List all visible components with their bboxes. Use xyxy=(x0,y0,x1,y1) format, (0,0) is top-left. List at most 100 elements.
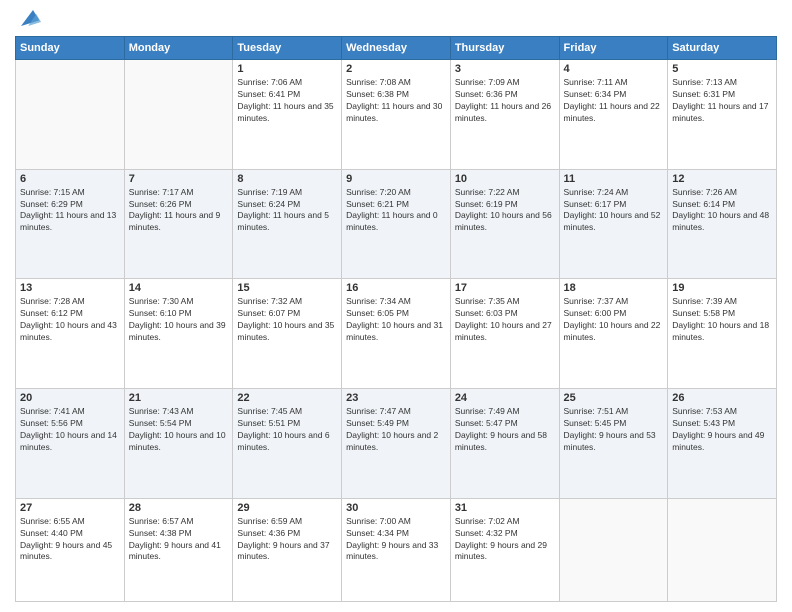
day-info: Sunrise: 7:15 AMSunset: 6:29 PMDaylight:… xyxy=(20,187,120,235)
table-row: 20Sunrise: 7:41 AMSunset: 5:56 PMDayligh… xyxy=(16,389,125,499)
day-number: 31 xyxy=(455,502,555,514)
table-row: 18 Sunrise: 7:37 AMSunset: 6:00 PMDayligh… xyxy=(559,279,668,389)
table-row: 10 Sunrise: 7:22 AMSunset: 6:19 PMDayligh… xyxy=(450,169,559,279)
day-number: 26 xyxy=(672,392,772,404)
day-number: 6 xyxy=(20,173,120,185)
day-number: 3 xyxy=(455,63,555,75)
day-info: Sunrise: 7:13 AMSunset: 6:31 PMDaylight:… xyxy=(672,77,772,125)
col-sunday: Sunday xyxy=(16,37,125,60)
table-row: 9 Sunrise: 7:20 AMSunset: 6:21 PMDaylight… xyxy=(342,169,451,279)
day-info: Sunrise: 7:28 AMSunset: 6:12 PMDaylight:… xyxy=(20,296,120,344)
day-number: 16 xyxy=(346,282,446,294)
day-info: Sunrise: 7:22 AMSunset: 6:19 PMDaylight:… xyxy=(455,187,555,235)
table-row: 17Sunrise: 7:35 AMSunset: 6:03 PMDayligh… xyxy=(450,279,559,389)
table-row: 23 Sunrise: 7:47 AMSunset: 5:49 PMDayligh… xyxy=(342,389,451,499)
table-row: 3 Sunrise: 7:09 AMSunset: 6:36 PMDaylight… xyxy=(450,60,559,170)
table-row: 8 Sunrise: 7:19 AMSunset: 6:24 PMDaylight… xyxy=(233,169,342,279)
logo-text xyxy=(15,10,41,30)
table-row: 25Sunrise: 7:51 AMSunset: 5:45 PMDayligh… xyxy=(559,389,668,499)
day-info: Sunrise: 7:37 AMSunset: 6:00 PMDaylight:… xyxy=(564,296,664,344)
day-number: 1 xyxy=(237,63,337,75)
day-number: 28 xyxy=(129,502,229,514)
day-number: 23 xyxy=(346,392,446,404)
day-number: 29 xyxy=(237,502,337,514)
calendar-table: Sunday Monday Tuesday Wednesday Thursday… xyxy=(15,36,777,602)
table-row: 30 Sunrise: 7:00 AMSunset: 4:34 PMDayligh… xyxy=(342,498,451,601)
table-row: 22 Sunrise: 7:45 AMSunset: 5:51 PMDayligh… xyxy=(233,389,342,499)
day-number: 17 xyxy=(455,282,555,294)
day-info: Sunrise: 7:47 AMSunset: 5:49 PMDaylight:… xyxy=(346,406,446,454)
day-number: 19 xyxy=(672,282,772,294)
table-row: 7Sunrise: 7:17 AMSunset: 6:26 PMDaylight… xyxy=(124,169,233,279)
day-info: Sunrise: 7:09 AMSunset: 6:36 PMDaylight:… xyxy=(455,77,555,125)
col-saturday: Saturday xyxy=(668,37,777,60)
page: Sunday Monday Tuesday Wednesday Thursday… xyxy=(0,0,792,612)
day-number: 18 xyxy=(564,282,664,294)
day-info: Sunrise: 7:17 AMSunset: 6:26 PMDaylight:… xyxy=(129,187,229,235)
day-info: Sunrise: 7:24 AMSunset: 6:17 PMDaylight:… xyxy=(564,187,664,235)
table-row: 29 Sunrise: 6:59 AMSunset: 4:36 PMDayligh… xyxy=(233,498,342,601)
table-row: 26 Sunrise: 7:53 AMSunset: 5:43 PMDayligh… xyxy=(668,389,777,499)
day-number: 9 xyxy=(346,173,446,185)
col-wednesday: Wednesday xyxy=(342,37,451,60)
day-number: 10 xyxy=(455,173,555,185)
day-number: 30 xyxy=(346,502,446,514)
day-info: Sunrise: 7:30 AMSunset: 6:10 PMDaylight:… xyxy=(129,296,229,344)
header xyxy=(15,10,777,30)
day-info: Sunrise: 7:06 AMSunset: 6:41 PMDaylight:… xyxy=(237,77,337,125)
col-monday: Monday xyxy=(124,37,233,60)
day-number: 11 xyxy=(564,173,664,185)
day-info: Sunrise: 7:11 AMSunset: 6:34 PMDaylight:… xyxy=(564,77,664,125)
table-row: 1 Sunrise: 7:06 AMSunset: 6:41 PMDaylight… xyxy=(233,60,342,170)
table-row: 14 Sunrise: 7:30 AMSunset: 6:10 PMDayligh… xyxy=(124,279,233,389)
calendar-week-row: 20Sunrise: 7:41 AMSunset: 5:56 PMDayligh… xyxy=(16,389,777,499)
day-number: 14 xyxy=(129,282,229,294)
day-info: Sunrise: 6:59 AMSunset: 4:36 PMDaylight:… xyxy=(237,516,337,564)
day-number: 12 xyxy=(672,173,772,185)
table-row: 24Sunrise: 7:49 AMSunset: 5:47 PMDayligh… xyxy=(450,389,559,499)
day-number: 13 xyxy=(20,282,120,294)
day-info: Sunrise: 7:45 AMSunset: 5:51 PMDaylight:… xyxy=(237,406,337,454)
day-info: Sunrise: 7:19 AMSunset: 6:24 PMDaylight:… xyxy=(237,187,337,235)
calendar-week-row: 27Sunrise: 6:55 AMSunset: 4:40 PMDayligh… xyxy=(16,498,777,601)
table-row: 11 Sunrise: 7:24 AMSunset: 6:17 PMDayligh… xyxy=(559,169,668,279)
day-info: Sunrise: 6:55 AMSunset: 4:40 PMDaylight:… xyxy=(20,516,120,564)
day-info: Sunrise: 7:02 AMSunset: 4:32 PMDaylight:… xyxy=(455,516,555,564)
day-number: 2 xyxy=(346,63,446,75)
calendar-week-row: 1 Sunrise: 7:06 AMSunset: 6:41 PMDaylight… xyxy=(16,60,777,170)
day-info: Sunrise: 7:00 AMSunset: 4:34 PMDaylight:… xyxy=(346,516,446,564)
table-row xyxy=(16,60,125,170)
day-info: Sunrise: 7:43 AMSunset: 5:54 PMDaylight:… xyxy=(129,406,229,454)
logo xyxy=(15,10,41,30)
table-row xyxy=(668,498,777,601)
day-number: 21 xyxy=(129,392,229,404)
day-number: 4 xyxy=(564,63,664,75)
table-row: 12 Sunrise: 7:26 AMSunset: 6:14 PMDayligh… xyxy=(668,169,777,279)
col-friday: Friday xyxy=(559,37,668,60)
col-tuesday: Tuesday xyxy=(233,37,342,60)
calendar-week-row: 6 Sunrise: 7:15 AMSunset: 6:29 PMDaylight… xyxy=(16,169,777,279)
table-row: 13 Sunrise: 7:28 AMSunset: 6:12 PMDayligh… xyxy=(16,279,125,389)
table-row: 15Sunrise: 7:32 AMSunset: 6:07 PMDayligh… xyxy=(233,279,342,389)
table-row: 5Sunrise: 7:13 AMSunset: 6:31 PMDaylight… xyxy=(668,60,777,170)
day-info: Sunrise: 7:26 AMSunset: 6:14 PMDaylight:… xyxy=(672,187,772,235)
day-number: 8 xyxy=(237,173,337,185)
day-info: Sunrise: 7:34 AMSunset: 6:05 PMDaylight:… xyxy=(346,296,446,344)
logo-icon xyxy=(17,6,41,30)
day-info: Sunrise: 7:41 AMSunset: 5:56 PMDaylight:… xyxy=(20,406,120,454)
day-number: 22 xyxy=(237,392,337,404)
day-info: Sunrise: 6:57 AMSunset: 4:38 PMDaylight:… xyxy=(129,516,229,564)
table-row: 2 Sunrise: 7:08 AMSunset: 6:38 PMDaylight… xyxy=(342,60,451,170)
day-number: 15 xyxy=(237,282,337,294)
day-info: Sunrise: 7:20 AMSunset: 6:21 PMDaylight:… xyxy=(346,187,446,235)
day-info: Sunrise: 7:53 AMSunset: 5:43 PMDaylight:… xyxy=(672,406,772,454)
table-row: 28 Sunrise: 6:57 AMSunset: 4:38 PMDayligh… xyxy=(124,498,233,601)
day-info: Sunrise: 7:49 AMSunset: 5:47 PMDaylight:… xyxy=(455,406,555,454)
day-number: 25 xyxy=(564,392,664,404)
table-row: 21 Sunrise: 7:43 AMSunset: 5:54 PMDayligh… xyxy=(124,389,233,499)
day-info: Sunrise: 7:08 AMSunset: 6:38 PMDaylight:… xyxy=(346,77,446,125)
calendar-week-row: 13 Sunrise: 7:28 AMSunset: 6:12 PMDayligh… xyxy=(16,279,777,389)
table-row: 6 Sunrise: 7:15 AMSunset: 6:29 PMDaylight… xyxy=(16,169,125,279)
table-row: 4 Sunrise: 7:11 AMSunset: 6:34 PMDaylight… xyxy=(559,60,668,170)
table-row: 31 Sunrise: 7:02 AMSunset: 4:32 PMDayligh… xyxy=(450,498,559,601)
